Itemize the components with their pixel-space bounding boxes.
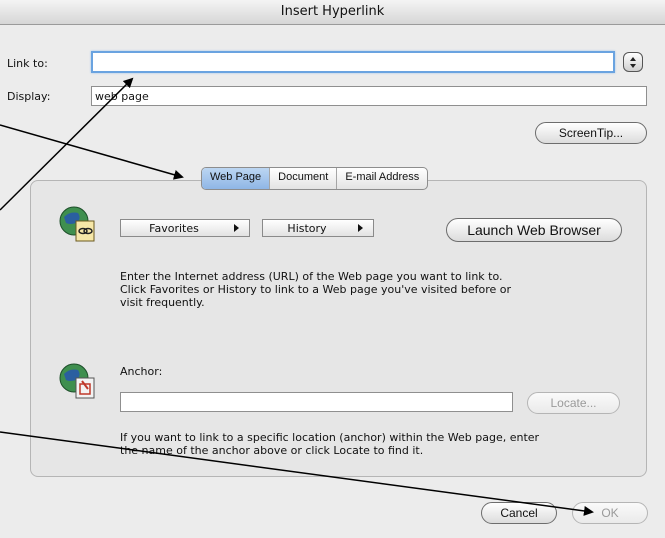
- link-type-tabs: Web Page Document E-mail Address: [201, 167, 429, 190]
- triangle-right-icon: [234, 224, 239, 232]
- tab-document[interactable]: Document: [270, 168, 338, 189]
- display-input[interactable]: [91, 86, 647, 106]
- tab-web-page[interactable]: Web Page: [202, 168, 271, 189]
- window-title: Insert Hyperlink: [280, 4, 385, 19]
- web-page-description: Enter the Internet address (URL) of the …: [120, 270, 512, 309]
- screentip-button[interactable]: ScreenTip...: [535, 122, 647, 144]
- history-button[interactable]: History: [262, 219, 374, 237]
- globe-link-icon: [59, 206, 95, 242]
- insert-hyperlink-dialog: Insert Hyperlink Link to: Display: Scree…: [0, 0, 665, 538]
- globe-anchor-icon: [59, 363, 95, 399]
- display-label: Display:: [7, 90, 51, 103]
- link-to-label: Link to:: [7, 57, 48, 70]
- cancel-button[interactable]: Cancel: [481, 502, 557, 524]
- history-label: History: [287, 222, 327, 235]
- favorites-label: Favorites: [149, 222, 199, 235]
- anchor-label: Anchor:: [120, 365, 163, 378]
- title-bar[interactable]: Insert Hyperlink: [0, 0, 665, 25]
- anchor-input[interactable]: [120, 392, 513, 412]
- anchor-description: If you want to link to a specific locati…: [120, 431, 540, 457]
- favorites-button[interactable]: Favorites: [120, 219, 250, 237]
- link-to-input[interactable]: [91, 51, 615, 73]
- popup-stepper-icon[interactable]: [623, 52, 643, 72]
- locate-button[interactable]: Locate...: [527, 392, 620, 414]
- launch-web-browser-button[interactable]: Launch Web Browser: [446, 218, 622, 242]
- triangle-right-icon: [358, 224, 363, 232]
- tab-email-address[interactable]: E-mail Address: [337, 168, 427, 189]
- ok-button[interactable]: OK: [572, 502, 648, 524]
